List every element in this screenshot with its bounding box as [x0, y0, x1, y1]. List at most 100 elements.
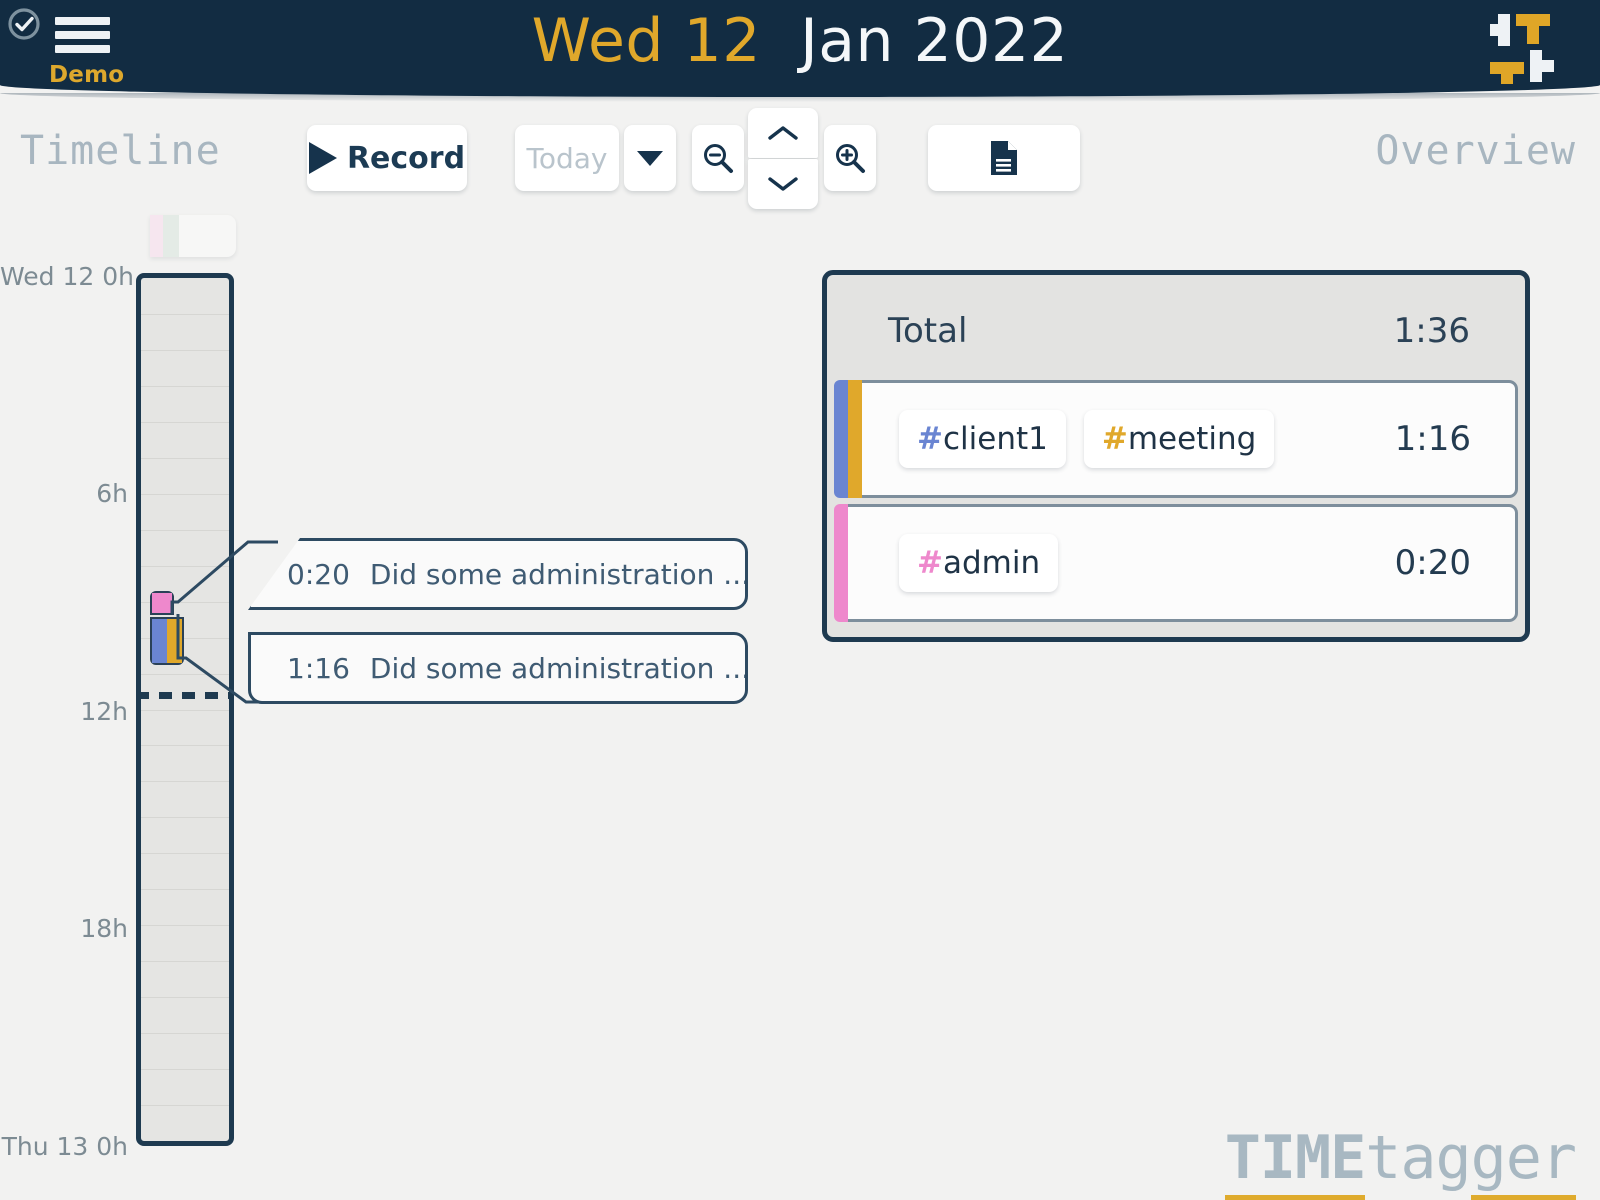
timeline-label-text: 18h [80, 914, 128, 943]
record-button-label: Record [346, 140, 466, 176]
timeline-label-0: Wed 12 0h [0, 262, 134, 291]
gridline-hour-22 [141, 1069, 229, 1070]
app-header: Demo Wed 12 Jan 2022 [0, 0, 1600, 97]
gridline-hour-17 [141, 889, 229, 890]
ghost-bar-pink [150, 215, 163, 257]
timeline-block-client-meeting[interactable] [150, 617, 184, 665]
bar-pink [834, 504, 848, 622]
current-time-line [136, 692, 234, 699]
block-color-blue [152, 619, 167, 663]
gridline-hour-5 [141, 458, 229, 459]
timeline-label-text: 12h [80, 697, 128, 726]
overview-panel: Total 1:36 #client1 #meeting 1:16 #admin… [822, 270, 1530, 642]
overview-total-row: Total 1:36 [834, 282, 1518, 380]
wordmark-time: TIME [1224, 1123, 1366, 1200]
record-description: Did some administration ... [369, 557, 748, 591]
gridline-hour-12 [141, 710, 229, 711]
pending-record-ghost [150, 215, 236, 257]
overview-row-client-meeting[interactable]: #client1 #meeting 1:16 [834, 380, 1518, 498]
title-day: Wed 12 [531, 6, 761, 76]
tag-name: admin [942, 545, 1041, 581]
gridline-hour-3 [141, 386, 229, 387]
record-duration: 1:16 [287, 651, 350, 685]
timeline-label-text: Wed 12 0h [0, 262, 134, 291]
total-time: 1:36 [1393, 311, 1470, 351]
tag-name: meeting [1127, 421, 1257, 457]
overview-row-admin[interactable]: #admin 0:20 [834, 504, 1518, 622]
block-color-gold [167, 619, 182, 663]
gridline-hour-14 [141, 781, 229, 782]
row-time: 0:20 [1394, 543, 1471, 583]
timeline-label-4: Thu 13 0h [0, 1132, 128, 1161]
gridline-hour-1 [141, 314, 229, 315]
timeline-label-text: 6h [96, 479, 128, 508]
record-card-admin[interactable]: 0:20 Did some administration ... [248, 538, 748, 610]
gridline-hour-4 [141, 422, 229, 423]
hash-symbol: # [917, 421, 943, 457]
tag-admin[interactable]: #admin [899, 534, 1059, 592]
timetagger-app: Demo Wed 12 Jan 2022 Timeline Overview R… [0, 0, 1600, 1200]
gridline-hour-16 [141, 853, 229, 854]
hash-symbol: # [1101, 421, 1128, 457]
zoom-out-button[interactable] [692, 125, 744, 191]
hash-symbol: # [917, 545, 943, 581]
wordmark-ger: ger [1470, 1123, 1577, 1200]
date-dropdown-button[interactable] [624, 125, 676, 191]
tag-name: client1 [942, 421, 1048, 457]
gridline-hour-21 [141, 1033, 229, 1034]
play-icon [308, 142, 337, 174]
caret-down-icon [637, 150, 663, 166]
tag-list: #client1 #meeting [899, 410, 1275, 468]
bar-blue [834, 380, 848, 498]
total-label: Total [888, 311, 968, 351]
gridline-hour-23 [141, 1105, 229, 1106]
gridline-hour-15 [141, 817, 229, 818]
overview-panel-title: Overview [1375, 128, 1576, 174]
timeline-block-admin[interactable] [150, 591, 174, 615]
tag-client1[interactable]: #client1 [899, 410, 1066, 468]
gridline-hour-7 [141, 530, 229, 531]
bar-gold [848, 380, 862, 498]
timeline-label-3: 18h [0, 914, 128, 943]
today-button[interactable]: Today [515, 125, 619, 191]
ghost-bar-green [163, 215, 179, 257]
gridline-hour-20 [141, 997, 229, 998]
tag-meeting[interactable]: #meeting [1083, 410, 1275, 468]
record-description: Did some administration ... [369, 651, 748, 685]
row-color-bars [834, 504, 848, 622]
timetagger-brand-icon[interactable] [1490, 12, 1566, 84]
today-button-label: Today [526, 141, 608, 175]
document-icon [991, 141, 1017, 175]
gridline-hour-13 [141, 745, 229, 746]
gridline-hour-19 [141, 961, 229, 962]
gridline-hour-18 [141, 925, 229, 926]
title-month: Jan 2022 [800, 6, 1069, 76]
report-button[interactable] [928, 125, 1080, 191]
chevron-up-icon [768, 126, 798, 140]
gridline-hour-2 [141, 350, 229, 351]
block-color-pink [152, 593, 172, 613]
gridline-hour-8 [141, 566, 229, 567]
record-duration: 0:20 [287, 557, 350, 591]
tag-list: #admin [899, 534, 1059, 592]
scroll-down-button[interactable] [748, 159, 818, 209]
record-button[interactable]: Record [307, 125, 467, 191]
wordmark-tag: tag [1365, 1123, 1471, 1193]
gridline-hour-6 [141, 494, 229, 495]
zoom-out-icon [704, 144, 733, 173]
page-title: Wed 12 Jan 2022 [0, 6, 1600, 76]
timeline-label-2: 12h [0, 697, 128, 726]
timetagger-wordmark: TIMEtagger [1224, 1123, 1577, 1200]
zoom-in-icon [836, 144, 865, 173]
scroll-up-button[interactable] [748, 108, 818, 158]
record-card-client[interactable]: 1:16 Did some administration ... [248, 632, 748, 704]
timeline-gridlines [141, 278, 229, 1141]
timeline-column[interactable] [136, 273, 234, 1146]
timeline-label-1: 6h [0, 479, 128, 508]
timeline-label-text: Thu 13 0h [1, 1132, 128, 1161]
row-color-bars [834, 380, 862, 498]
gridline-hour-11 [141, 674, 229, 675]
row-time: 1:16 [1394, 419, 1471, 459]
zoom-in-button[interactable] [824, 125, 876, 191]
timeline-panel-title: Timeline [20, 128, 221, 174]
